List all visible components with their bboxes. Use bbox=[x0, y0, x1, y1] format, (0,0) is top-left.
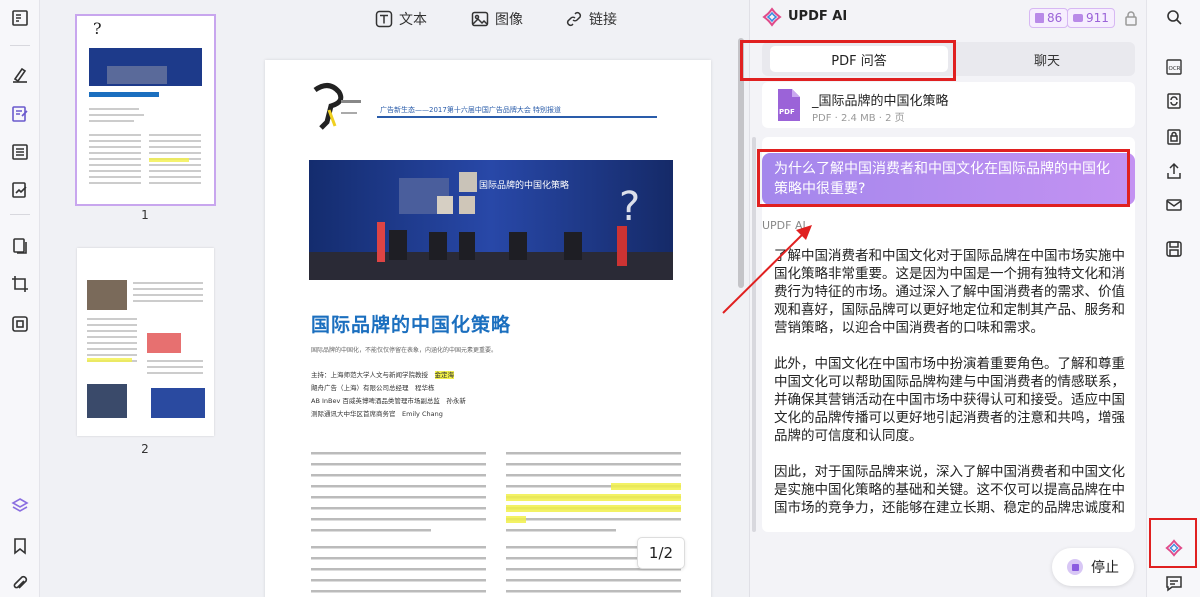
add-link-button[interactable]: 链接 bbox=[565, 8, 617, 30]
text-label: 文本 bbox=[399, 12, 427, 28]
left-toolbar bbox=[0, 0, 40, 597]
stop-icon bbox=[1067, 559, 1083, 575]
layers-icon[interactable] bbox=[8, 494, 32, 518]
svg-text:?: ? bbox=[93, 19, 102, 38]
page-indicator[interactable]: 1/2 bbox=[637, 537, 685, 569]
svg-text:国际品牌的中国化策略: 国际品牌的中国化策略 bbox=[479, 179, 569, 191]
ai-panel: UPDF AI 86 911 PDF 问答 聊天 PDF _国际品牌的中国化策略… bbox=[740, 0, 1147, 597]
message-credit-icon bbox=[1073, 14, 1083, 22]
link-icon bbox=[566, 11, 582, 27]
edit-pdf-icon[interactable] bbox=[8, 102, 32, 126]
tab-chat[interactable]: 聊天 bbox=[958, 46, 1136, 72]
convert-icon[interactable] bbox=[1163, 90, 1185, 112]
ai-title: UPDF AI bbox=[788, 9, 848, 24]
right-toolbar: OCR bbox=[1146, 0, 1200, 597]
search-icon[interactable] bbox=[1163, 6, 1185, 28]
updf-ai-icon[interactable] bbox=[1163, 537, 1185, 559]
updf-ai-logo-icon bbox=[762, 7, 782, 27]
image-label: 图像 bbox=[495, 12, 523, 28]
sign-icon[interactable] bbox=[8, 178, 32, 202]
lock-icon[interactable] bbox=[1124, 10, 1138, 26]
add-text-button[interactable]: 文本 bbox=[375, 8, 427, 30]
svg-text:OCR: OCR bbox=[1169, 66, 1181, 72]
attachment-icon[interactable] bbox=[8, 572, 32, 596]
participant-row: 主持：上海师范大学人文与新闻学院教授 金定海 bbox=[311, 371, 454, 379]
answer-paragraph: 此外，中国文化在中国市场中扮演着重要角色。了解和尊重中国文化可以帮助国际品牌构建… bbox=[774, 356, 1125, 444]
page-number-2: 2 bbox=[141, 442, 149, 456]
credit-badge-1: 86 bbox=[1029, 8, 1069, 28]
file-card[interactable]: PDF _国际品牌的中国化策略 PDF · 2.4 MB · 2 页 bbox=[762, 82, 1135, 128]
header-rule bbox=[377, 116, 657, 118]
ai-header: UPDF AI 86 911 bbox=[750, 0, 1147, 36]
protect-icon[interactable] bbox=[1163, 126, 1185, 148]
magazine-logo bbox=[313, 83, 361, 130]
pdf-file-icon: PDF bbox=[778, 89, 800, 121]
comment-icon[interactable] bbox=[1163, 572, 1185, 594]
save-icon[interactable] bbox=[1163, 238, 1185, 260]
add-image-button[interactable]: 图像 bbox=[471, 8, 523, 30]
ai-answer: 了解中国消费者和中国文化对于国际品牌在中国市场实施中国化策略非常重要。这是因为中… bbox=[774, 247, 1132, 535]
email-icon[interactable] bbox=[1163, 194, 1185, 216]
link-label: 链接 bbox=[589, 12, 617, 28]
image-icon bbox=[471, 11, 489, 27]
page-credit-icon bbox=[1035, 13, 1044, 23]
ai-mode-tabs: PDF 问答 聊天 bbox=[762, 42, 1135, 76]
document-area: 文本 图像 链接 广告新生态——2017第十六届中国广告品牌大会 特别报道 国际… bbox=[245, 0, 747, 597]
page-thumbnail-1[interactable]: ? bbox=[75, 14, 216, 206]
form-icon[interactable] bbox=[8, 140, 32, 164]
stop-button[interactable]: 停止 bbox=[1052, 548, 1134, 586]
conference-photo: 国际品牌的中国化策略 ? bbox=[309, 160, 673, 280]
document-scrollbar[interactable] bbox=[738, 38, 744, 288]
header-title: 广告新生态——2017第十六届中国广告品牌大会 特别报道 bbox=[380, 106, 562, 114]
answer-paragraph: 了解中国消费者和中国文化对于国际品牌在中国市场实施中国化策略非常重要。这是因为中… bbox=[774, 248, 1125, 336]
answer-paragraph: 因此，对于国际品牌来说，深入了解中国消费者和中国文化是实施中国化策略的基础和关键… bbox=[774, 464, 1125, 516]
crop-icon[interactable] bbox=[8, 272, 32, 296]
share-icon[interactable] bbox=[1163, 160, 1185, 182]
credit-badge-2: 911 bbox=[1067, 8, 1115, 28]
edit-toolbar: 文本 图像 链接 bbox=[245, 0, 747, 38]
article-subtitle: 国际品牌的中国化，不能仅仅停留在表象，内涵化的中国元素更重要。 bbox=[311, 347, 498, 354]
participant-row: 测际通讯大中华区首席商务官 Emily Chang bbox=[311, 410, 443, 418]
highlighter-icon[interactable] bbox=[8, 62, 32, 86]
page-thumbnail-2[interactable] bbox=[77, 248, 214, 436]
body-text bbox=[311, 452, 681, 593]
bookmark-icon[interactable] bbox=[8, 534, 32, 558]
chat-area: 为什么了解中国消费者和中国文化在国际品牌的中国化策略中很重要? UPDF AI … bbox=[762, 137, 1135, 532]
answer-label: UPDF AI bbox=[762, 219, 806, 232]
organize-pages-icon[interactable] bbox=[8, 234, 32, 258]
participants-list: 主持：上海师范大学人文与新闻学院教授 金定海 飓舟广告（上海）有限公司总经理 程… bbox=[311, 369, 466, 421]
page-number-1: 1 bbox=[141, 208, 149, 222]
separator bbox=[10, 45, 30, 46]
article-title: 国际品牌的中国化策略 bbox=[311, 314, 512, 336]
reader-icon[interactable] bbox=[8, 6, 32, 30]
page-tools-icon[interactable] bbox=[8, 312, 32, 336]
svg-text:?: ? bbox=[619, 184, 640, 230]
tab-pdf-qa[interactable]: PDF 问答 bbox=[770, 46, 948, 72]
thumbnail-panel: ? 1 2 bbox=[40, 0, 245, 597]
ocr-icon[interactable]: OCR bbox=[1163, 56, 1185, 78]
user-question: 为什么了解中国消费者和中国文化在国际品牌的中国化策略中很重要? bbox=[762, 153, 1135, 205]
ai-scrollbar[interactable] bbox=[752, 137, 756, 532]
pdf-page[interactable]: 广告新生态——2017第十六届中国广告品牌大会 特别报道 国际品牌的中国化策略 … bbox=[265, 60, 711, 597]
separator bbox=[10, 214, 30, 215]
file-meta: PDF · 2.4 MB · 2 页 bbox=[812, 113, 905, 124]
participant-row: 飓舟广告（上海）有限公司总经理 程华栋 bbox=[311, 384, 435, 392]
svg-text:PDF: PDF bbox=[779, 108, 795, 116]
file-name: _国际品牌的中国化策略 bbox=[812, 94, 949, 109]
participant-row: AB InBev 百威英博啤酒品类管理市场副总监 孙永新 bbox=[311, 397, 466, 405]
stop-label: 停止 bbox=[1091, 560, 1119, 576]
text-icon bbox=[375, 10, 393, 28]
